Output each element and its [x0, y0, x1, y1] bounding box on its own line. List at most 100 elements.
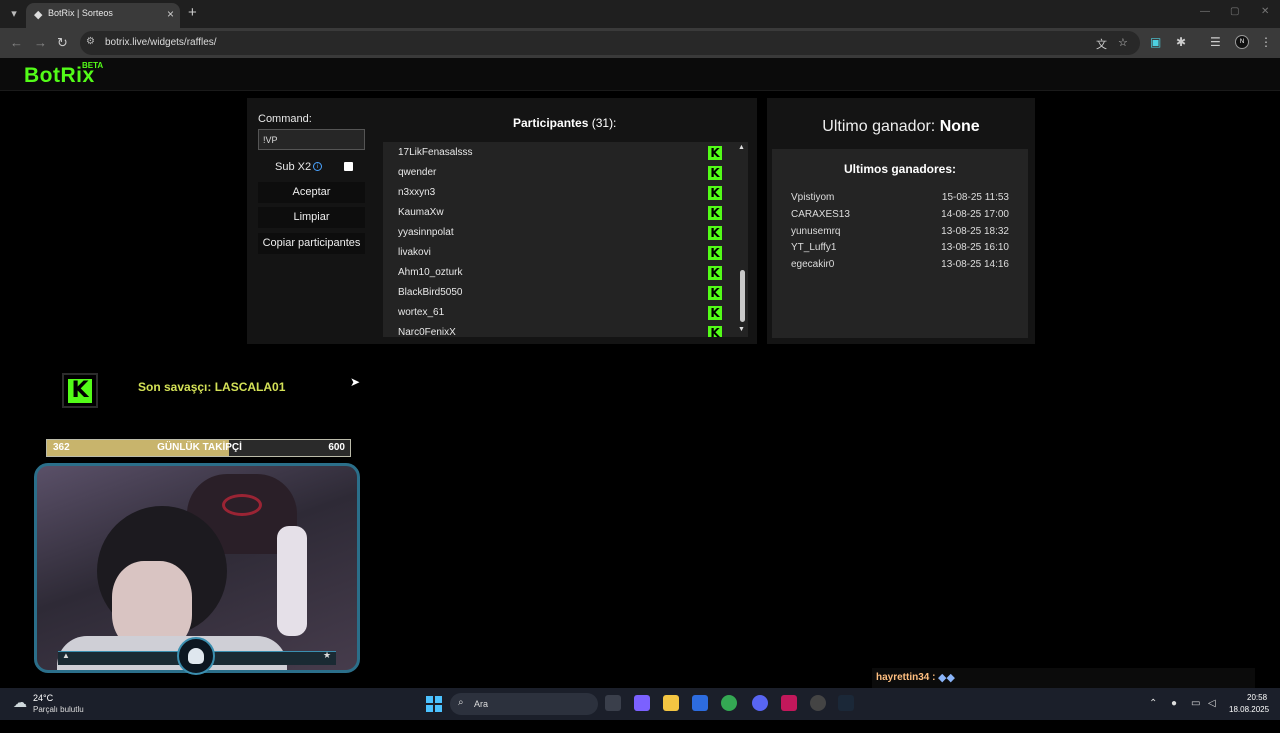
weather-desc[interactable]: Parçalı bulutlu [33, 705, 84, 714]
winner-name: Vpistiyom [791, 192, 835, 203]
app-icon[interactable] [781, 695, 797, 711]
taskbar: ☁ 24°C Parçalı bulutlu ⌕ Ara ⌃ ● ▭ ◁ 20:… [0, 688, 1280, 720]
steam-icon[interactable] [838, 695, 854, 711]
extension-icon[interactable]: ▣ [1150, 35, 1161, 49]
winner-name: egecakir0 [791, 259, 835, 270]
chair-logo-icon [222, 494, 262, 516]
volume-icon[interactable]: ◁ [1208, 698, 1216, 709]
favicon-icon: ◆ [34, 9, 43, 21]
start-windows-icon[interactable] [426, 696, 442, 712]
goal-target: 600 [328, 442, 345, 453]
tab-search-icon[interactable]: ▾ [6, 6, 22, 22]
obs-icon[interactable] [810, 695, 826, 711]
tab-botrix[interactable]: ◆ BotRix | Sorteos × [26, 3, 180, 28]
participant-name: Ahm10_ozturk [398, 267, 463, 278]
tab-title: BotRix | Sorteos [48, 8, 113, 18]
chat-username: hayrettin34 : [876, 672, 936, 683]
task-view-icon[interactable] [605, 695, 621, 711]
scroll-down-icon[interactable]: ▼ [738, 326, 745, 333]
url-text[interactable]: botrix.live/widgets/raffles/ [105, 37, 217, 48]
kick-icon: K [708, 206, 722, 220]
search-icon: ⌕ [458, 697, 464, 708]
participants-label: Participantes [513, 116, 589, 130]
site-info-icon[interactable]: ⚙ [86, 36, 95, 47]
copy-participants-button[interactable]: Copiar participantes [258, 233, 365, 254]
close-tab-icon[interactable]: × [167, 7, 174, 21]
participant-name: yyasinnpolat [398, 227, 454, 238]
list-item: BlackBird5050 K [398, 283, 728, 303]
address-bar[interactable]: ⚙ botrix.live/widgets/raffles/ 文 ☆ [80, 31, 1140, 55]
mouse-cursor-icon: ➤ [350, 375, 361, 389]
taskbar-search[interactable]: ⌕ Ara [450, 693, 598, 715]
beta-badge: BETA [82, 61, 104, 70]
participant-name: KaumaXw [398, 207, 444, 218]
chat-message: hayrettin34 : ◆◆ [872, 668, 1255, 688]
weather-temp[interactable]: 24°C [33, 693, 53, 703]
copilot-icon[interactable] [634, 695, 650, 711]
emblem-icon [177, 637, 215, 675]
winner-date: 15-08-25 11:53 [941, 192, 1009, 203]
winners-list-title: Ultimos ganadores: [843, 162, 957, 176]
emblem-mask [188, 648, 204, 664]
goal-label: GÜNLÜK TAKİPÇİ [157, 442, 242, 453]
accept-button[interactable]: Aceptar [258, 182, 365, 203]
profile-avatar[interactable]: N [1235, 35, 1249, 49]
winner-date: 13-08-25 16:10 [941, 242, 1009, 253]
bookmark-star-icon[interactable]: ☆ [1118, 36, 1128, 49]
kick-logo: K [62, 373, 98, 408]
new-tab-icon[interactable]: + [188, 4, 197, 21]
forward-icon[interactable]: → [34, 35, 47, 50]
nav-bar: ← → ↻ ⚙ botrix.live/widgets/raffles/ 文 ☆… [0, 28, 1280, 58]
weather-cloud-icon[interactable]: ☁ [13, 694, 27, 711]
winner-name: YT_Luffy1 [791, 242, 837, 253]
command-label: Command: [258, 113, 312, 125]
tray-chevron-icon[interactable]: ⌃ [1149, 698, 1157, 709]
reload-icon[interactable]: ↻ [57, 35, 68, 51]
chrome-icon[interactable] [721, 695, 737, 711]
media-control-icon[interactable]: ☰ [1210, 35, 1221, 49]
microphone-icon[interactable]: ● [1171, 698, 1177, 709]
winner-date: 13-08-25 14:16 [941, 259, 1009, 270]
minimize-icon[interactable]: — [1200, 6, 1210, 17]
network-icon[interactable]: ▭ [1191, 698, 1200, 709]
scroll-up-icon[interactable]: ▲ [738, 144, 745, 151]
participant-name: 17LikFenasalsss [398, 147, 473, 158]
info-icon[interactable]: i [313, 162, 322, 171]
table-row: Vpistiyom 15-08-25 11:53 [791, 192, 1009, 208]
winner-name: yunusemrq [791, 226, 841, 237]
store-icon[interactable] [692, 695, 708, 711]
clock-date[interactable]: 18.08.2025 [1229, 705, 1269, 714]
clock-time[interactable]: 20:58 [1247, 693, 1267, 702]
last-winner-value: None [939, 118, 980, 135]
goal-current: 362 [53, 442, 70, 453]
winners-panel: Ultimo ganador: None Ultimos ganadores: … [767, 98, 1035, 344]
translate-icon[interactable]: 文 [1096, 36, 1107, 52]
back-icon[interactable]: ← [10, 35, 23, 50]
table-row: yunusemrq 13-08-25 18:32 [791, 226, 1009, 242]
kick-icon: K [708, 186, 722, 200]
participant-name: n3xxyn3 [398, 187, 436, 198]
clear-button[interactable]: Limpiar [258, 207, 365, 228]
file-explorer-icon[interactable] [663, 695, 679, 711]
close-window-icon[interactable]: ✕ [1261, 6, 1269, 17]
extensions-puzzle-icon[interactable]: ✱ [1176, 35, 1186, 49]
command-input[interactable] [258, 129, 365, 150]
site-header: BotRix BETA [0, 58, 1280, 91]
last-winner-label: Ultimo ganador: [822, 118, 936, 135]
list-item: qwender K [398, 163, 728, 183]
participant-name: BlackBird5050 [398, 287, 463, 298]
participant-name: qwender [398, 167, 437, 178]
last-sub-text: Son savaşçı: LASCALA01 [138, 380, 286, 394]
scrollbar-thumb[interactable] [740, 270, 745, 322]
participants-list[interactable]: 17LikFenasalsss K qwender K n3xxyn3 K Kauma… [383, 142, 748, 337]
kick-icon: K [708, 326, 722, 337]
last-winner: Ultimo ganador: None [767, 118, 1035, 136]
winner-date: 13-08-25 18:32 [941, 226, 1009, 237]
menu-dots-icon[interactable]: ⋮ [1260, 35, 1272, 49]
maximize-icon[interactable]: ▢ [1230, 6, 1239, 17]
participants-count: (31): [591, 116, 617, 130]
list-item: Ahm10_ozturk K [398, 263, 728, 283]
kick-icon: K [708, 306, 722, 320]
discord-icon[interactable] [752, 695, 768, 711]
sub-x2-checkbox[interactable] [344, 162, 353, 171]
